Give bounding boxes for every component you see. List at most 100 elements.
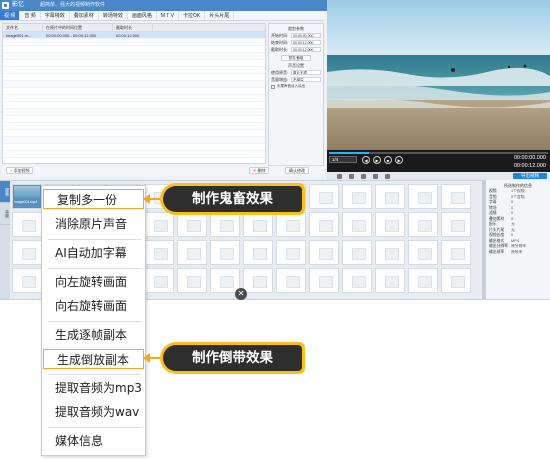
menu-item-style[interactable]: 画面风格 [128, 11, 157, 20]
menu-duplicate[interactable]: 复制多一份 [43, 189, 144, 209]
folder-icon[interactable] [349, 173, 354, 179]
col-filename[interactable]: 文件名 [3, 24, 43, 31]
tab-audio-track[interactable]: 音频 [0, 203, 10, 225]
export-video-button[interactable]: 导出视频 [513, 173, 547, 179]
menu-remove-audio[interactable]: 消除原片声音 [42, 214, 145, 234]
empty-clip-slot[interactable] [210, 212, 240, 237]
project-info-row: 输出帧率 原帧率 [486, 250, 550, 256]
speed-spinner[interactable]: 1/4 [329, 156, 357, 163]
empty-clip-slot[interactable] [276, 212, 306, 237]
close-icon[interactable]: ✕ [235, 288, 247, 300]
menu-item-subtitle[interactable]: 字幕特效 [41, 11, 70, 20]
file-row[interactable]: image001.m... 00:00:00.000 - 00:00:12.00… [3, 32, 265, 39]
empty-clip-slot[interactable] [177, 212, 207, 237]
empty-clip-slot[interactable] [144, 240, 174, 265]
empty-clip-slot[interactable] [177, 240, 207, 265]
empty-clip-slot[interactable] [276, 268, 306, 293]
clip-name: image001.mp4 [14, 200, 38, 204]
empty-clip-slot[interactable] [441, 268, 471, 293]
empty-clip-slot[interactable] [243, 240, 273, 265]
empty-clip-slot[interactable] [408, 184, 438, 209]
empty-clip-slot[interactable] [309, 184, 339, 209]
empty-clip-slot[interactable] [309, 268, 339, 293]
start-time-row: 开始时间: 00:00:00.000 [269, 32, 323, 39]
volume-gain-select[interactable]: 不增益 [291, 77, 321, 82]
delete-button[interactable]: ✕ 删除 [249, 167, 270, 174]
preview-trim-button[interactable]: 预览/截取 [281, 55, 311, 61]
add-video-button[interactable]: + 添加视频 [6, 167, 34, 174]
empty-clip-slot[interactable] [441, 240, 471, 265]
menu-item-intro-outro[interactable]: 片头片尾 [205, 11, 235, 20]
clip-settings-panel: 裁剪参数 开始时间: 00:00:00.000 结束时间: 00:00:12.0… [268, 23, 324, 166]
menu-item-mtv[interactable]: M T V [157, 11, 179, 20]
stop-icon[interactable]: ■ [384, 156, 392, 164]
empty-clip-slot[interactable] [375, 212, 405, 237]
camera-icon[interactable] [361, 173, 366, 179]
original-audio-select[interactable]: 原片无损 [291, 70, 321, 75]
menu-rotate-left[interactable]: 向左旋转画面 [42, 272, 145, 292]
empty-clip-slot[interactable] [408, 240, 438, 265]
empty-clip-slot[interactable] [243, 212, 273, 237]
empty-clip-slot[interactable] [177, 268, 207, 293]
empty-clip-slot[interactable] [243, 268, 273, 293]
empty-clip-slot[interactable] [375, 184, 405, 209]
empty-clip-slot[interactable] [276, 240, 306, 265]
menu-separator [48, 374, 141, 375]
menu-item-audio[interactable]: 音 频 [20, 11, 41, 20]
tab-video-track[interactable]: 视频 [0, 181, 10, 203]
empty-clip-slot[interactable] [342, 240, 372, 265]
menu-extract-mp3[interactable]: 提取音频为mp3 [42, 378, 145, 398]
end-time-input[interactable]: 00:00:12.000 [291, 40, 321, 45]
callout-ghost-effect: 制作鬼畜效果 [160, 183, 305, 215]
empty-clip-slot[interactable] [375, 240, 405, 265]
empty-clip-slot[interactable] [309, 212, 339, 237]
empty-clip-slot[interactable] [342, 184, 372, 209]
menu-item-video[interactable]: 视 频 [0, 11, 21, 20]
callout-arrow-2 [143, 353, 150, 363]
menu-ai-subtitle[interactable]: AI自动加字幕 [42, 243, 145, 263]
playback-progress[interactable] [329, 152, 548, 154]
volume-gain-row: 音量增益: 不增益 [269, 76, 323, 83]
empty-clip-slot[interactable] [12, 268, 42, 293]
col-duration[interactable]: 截取时长 [113, 24, 153, 31]
confirm-changes-button[interactable]: 确认修改 [285, 167, 309, 174]
empty-clip-slot[interactable] [144, 212, 174, 237]
menu-separator [48, 268, 141, 269]
start-time-input[interactable]: 00:00:00.000 [291, 33, 321, 38]
delete-icon: ✕ [253, 168, 257, 173]
empty-clip-slot[interactable] [441, 212, 471, 237]
empty-clip-slot[interactable] [309, 240, 339, 265]
timeline-clip[interactable]: image001.mp4 [12, 184, 42, 209]
project-info-value: 原帧率 [511, 249, 523, 254]
menu-rotate-right[interactable]: 向右旋转画面 [42, 296, 145, 316]
menu-reverse-copy[interactable]: 生成倒放副本 [43, 349, 144, 369]
empty-clip-slot[interactable] [342, 268, 372, 293]
empty-clip-slot[interactable] [441, 184, 471, 209]
fade-checkbox-row[interactable]: 头尾声音淡入淡出 [269, 83, 323, 90]
crop-icon[interactable] [337, 173, 342, 179]
menu-item-karaoke[interactable]: 卡拉OK [179, 11, 206, 20]
callout-rewind-effect: 制作倒带效果 [160, 342, 305, 374]
empty-clip-slot[interactable] [375, 268, 405, 293]
fullscreen-icon[interactable] [373, 173, 378, 179]
fade-checkbox[interactable] [271, 84, 275, 89]
menu-item-transition[interactable]: 转场特效 [99, 11, 128, 20]
empty-clip-slot[interactable] [408, 212, 438, 237]
step-forward-icon[interactable]: ▶ [395, 156, 403, 164]
step-back-icon[interactable]: ◀ [362, 156, 370, 164]
empty-clip-slot[interactable] [408, 268, 438, 293]
video-preview[interactable] [327, 0, 550, 150]
empty-clip-slot[interactable] [144, 268, 174, 293]
col-position[interactable]: 在原片中的时间位置 [43, 24, 113, 31]
empty-clip-slot[interactable] [12, 212, 42, 237]
empty-clip-slot[interactable] [342, 212, 372, 237]
empty-clip-slot[interactable] [12, 240, 42, 265]
menu-frame-copy[interactable]: 生成逐帧副本 [42, 325, 145, 345]
menu-item-overlay[interactable]: 叠加素材 [70, 11, 99, 20]
share-icon[interactable] [385, 173, 390, 179]
play-icon[interactable]: ▶ [373, 156, 381, 164]
duration-input[interactable]: 00:00:12.000 [291, 47, 321, 52]
menu-extract-wav[interactable]: 提取音频为wav [42, 402, 145, 422]
menu-media-info[interactable]: 媒体信息 [42, 431, 145, 451]
empty-clip-slot[interactable] [210, 240, 240, 265]
